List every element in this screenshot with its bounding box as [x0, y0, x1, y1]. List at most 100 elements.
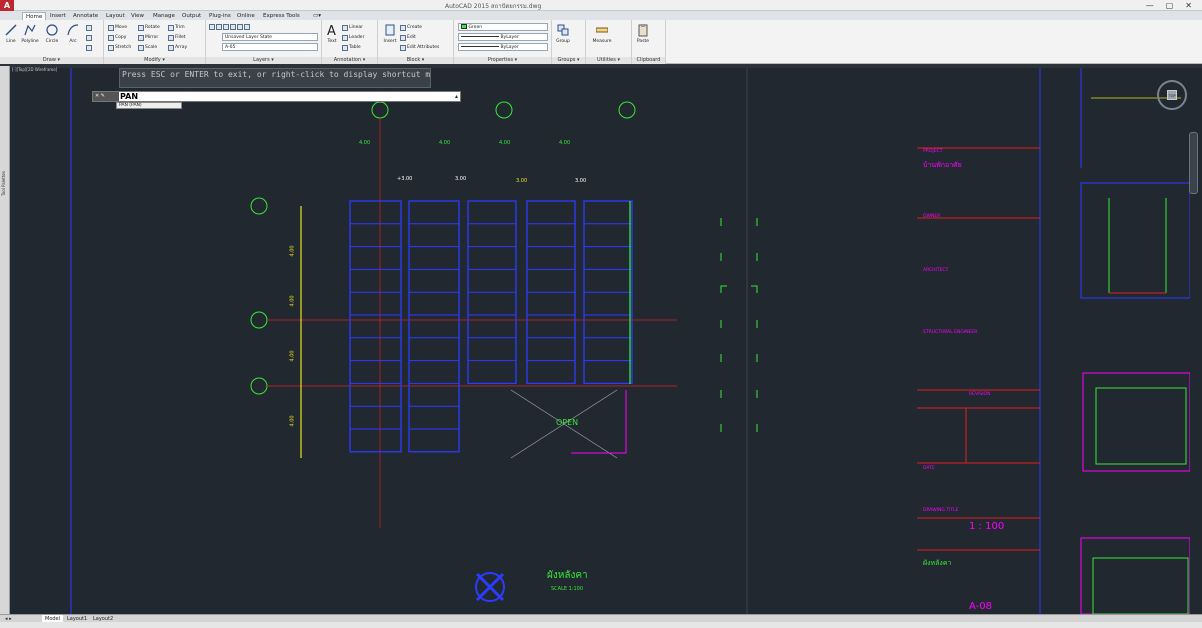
minimize-icon[interactable]: — [1146, 0, 1154, 11]
table-button[interactable]: Table [342, 43, 361, 52]
viewcube-top-face[interactable]: TOP [1167, 90, 1177, 100]
tab-layout[interactable]: Layout [103, 12, 128, 20]
tab-online[interactable]: Online [234, 12, 258, 20]
ribbon-options-icon[interactable]: ▭▾ [310, 12, 324, 20]
properties-panel-footer[interactable]: Properties ▾ [454, 57, 551, 64]
utilities-panel-footer[interactable]: Utilities ▾ [586, 57, 631, 64]
table-icon [342, 44, 348, 51]
viewport-label[interactable]: [-][Top][2D Wireframe] [12, 67, 57, 72]
pan-tooltip: Press ESC or ENTER to exit, or right-cli… [119, 68, 431, 88]
circle-button[interactable]: Circle [44, 22, 60, 56]
window-title: AutoCAD 2015 สถาปัตยกรรม.dwg [445, 3, 542, 10]
tab-express-tools[interactable]: Express Tools [260, 12, 303, 20]
layer-match-icon[interactable] [244, 23, 250, 30]
move-icon [108, 24, 114, 31]
tool-palette-strip[interactable]: Tool Palettes [0, 66, 10, 614]
draw-panel-footer[interactable]: Draw ▾ [0, 57, 103, 64]
layer-freeze-icon[interactable] [223, 23, 229, 30]
group-button[interactable]: Group [555, 22, 571, 56]
stretch-button[interactable]: Stretch [115, 45, 137, 50]
create-block-button[interactable]: Create [400, 23, 422, 32]
command-line[interactable]: ✕ ✎ PAN ▴ [92, 91, 461, 102]
linear-dim-button[interactable]: Linear [342, 23, 363, 32]
move-button[interactable]: Move [115, 25, 137, 30]
dim-left-2: 4.00 [289, 295, 296, 307]
detail-drawings [1080, 68, 1190, 614]
clipboard-panel-footer[interactable]: Clipboard [632, 57, 665, 64]
drawing-canvas[interactable]: OPEN [-][Top][2D Wireframe] 4.00 4.00 4.… [11, 67, 1190, 614]
command-input[interactable]: PAN [120, 92, 450, 101]
grid-bubbles-left [250, 197, 677, 458]
edit-block-button[interactable]: Edit [400, 33, 416, 42]
command-suggestion[interactable]: PAN (PAN) [116, 102, 182, 109]
command-history-chevron-icon[interactable]: ▴ [455, 92, 458, 101]
tab-annotate[interactable]: Annotate [70, 12, 101, 20]
layers-panel-footer[interactable]: Layers ▾ [206, 57, 321, 64]
layer-on-icon[interactable] [216, 23, 222, 30]
tab-home[interactable]: Home [22, 12, 47, 20]
open-label: OPEN [556, 418, 578, 427]
ribbon: Line Polyline Circle Arc Draw ▾ Move Rot… [0, 20, 1202, 64]
copy-icon [108, 34, 114, 41]
line-icon [5, 24, 17, 36]
leader-button[interactable]: Leader [342, 33, 364, 42]
block-panel-footer[interactable]: Block ▾ [378, 57, 453, 64]
hatch-icon[interactable] [86, 34, 92, 41]
groups-panel-footer[interactable]: Groups ▾ [552, 57, 585, 64]
navigation-bar[interactable] [1189, 132, 1198, 194]
draw-mini-row-2 [86, 33, 92, 42]
layer-state-dropdown[interactable]: Unsaved Layer State [222, 33, 318, 41]
insert-block-button[interactable]: Insert [382, 22, 398, 56]
tab-insert[interactable]: Insert [47, 12, 69, 20]
layer-isolate-icon[interactable] [237, 23, 243, 30]
maximize-icon[interactable]: ▢ [1166, 0, 1174, 11]
measure-button[interactable]: Measure [592, 22, 612, 56]
current-layer-dropdown[interactable]: A-05 [222, 43, 318, 51]
tab-plugins[interactable]: Plug-ins [206, 12, 234, 20]
svg-text:A: A [327, 24, 336, 37]
tab-manage[interactable]: Manage [150, 12, 178, 20]
rectangle-icon[interactable] [86, 24, 92, 31]
rotate-button[interactable]: Rotate [145, 25, 167, 30]
edit-block-icon [400, 34, 406, 41]
region-icon[interactable] [86, 44, 92, 51]
copy-button[interactable]: Copy [115, 35, 137, 40]
linetype-label: ByLayer [500, 35, 519, 40]
linetype-dropdown[interactable]: ByLayer [458, 33, 548, 41]
mirror-button[interactable]: Mirror [145, 35, 167, 40]
array-button[interactable]: Array [175, 45, 187, 50]
text-button[interactable]: A Text [324, 22, 340, 56]
polyline-button[interactable]: Polyline [21, 22, 39, 56]
lineweight-dropdown[interactable]: ByLayer [458, 43, 548, 51]
modify-panel-footer[interactable]: Modify ▾ [104, 57, 205, 64]
tab-output[interactable]: Output [179, 12, 204, 20]
create-block-icon [400, 24, 406, 31]
color-label: Green [468, 25, 483, 30]
annotation-panel-footer[interactable]: Annotation ▾ [322, 57, 377, 64]
autocad-window: A AutoCAD 2015 สถาปัตยกรรม.dwg — ▢ ✕ Hom… [0, 0, 1202, 628]
draw-mini-row-3 [86, 43, 92, 52]
edit-attributes-button[interactable]: Edit Attributes [400, 43, 439, 52]
command-close-icon[interactable]: ✕ ✎ [93, 92, 119, 101]
close-icon[interactable]: ✕ [1185, 0, 1192, 11]
paste-icon [638, 24, 648, 37]
tb-owner: OWNER [923, 214, 941, 219]
lineweight-label: ByLayer [500, 45, 519, 50]
autocad-logo-icon[interactable]: A [0, 0, 14, 11]
layer-properties-icon[interactable] [209, 23, 215, 30]
tab-view[interactable]: View [128, 12, 147, 20]
tb-revision: REVISION [969, 392, 991, 397]
line-button[interactable]: Line [3, 22, 19, 56]
viewcube[interactable]: TOP [1157, 80, 1187, 110]
fillet-button[interactable]: Fillet [175, 35, 186, 40]
paste-button[interactable]: Paste [635, 22, 651, 56]
scale-button[interactable]: Scale [145, 45, 167, 50]
trim-button[interactable]: Trim [175, 25, 185, 30]
leader-icon [342, 34, 348, 41]
color-dropdown[interactable]: Green [458, 23, 548, 31]
layer-lock-icon[interactable] [230, 23, 236, 30]
elevation-markers [720, 218, 758, 432]
arc-button[interactable]: Arc [65, 22, 81, 56]
linetype-sample [461, 36, 499, 37]
tb-drawing-title: DRAWING TITLE [923, 508, 959, 513]
